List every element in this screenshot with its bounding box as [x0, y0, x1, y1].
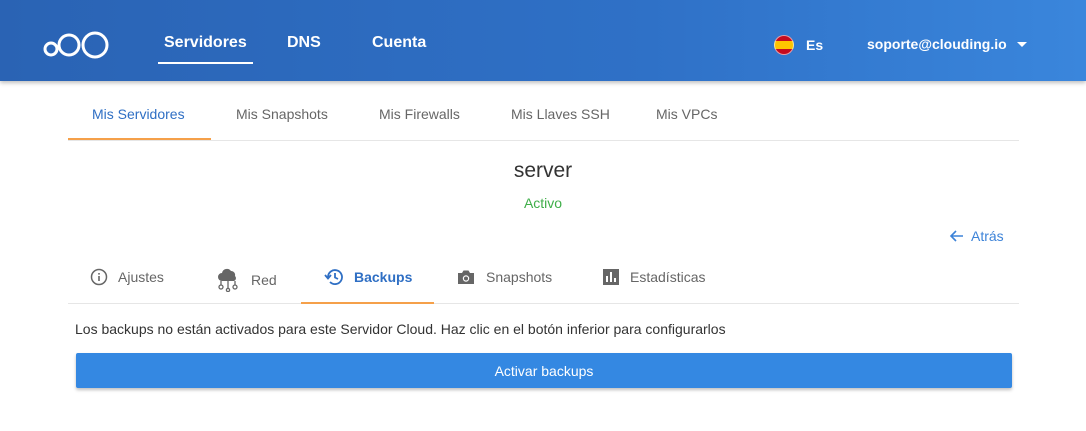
- nav-cuenta[interactable]: Cuenta: [372, 34, 426, 52]
- tab-mis-servidores[interactable]: Mis Servidores: [92, 106, 185, 122]
- user-email: soporte@clouding.io: [867, 36, 1007, 52]
- tab-mis-firewalls[interactable]: Mis Firewalls: [379, 106, 460, 122]
- bar-chart-icon: [602, 268, 620, 286]
- camera-icon: [456, 268, 476, 286]
- clouding-logo[interactable]: [42, 28, 112, 60]
- tab-mis-llaves-ssh[interactable]: Mis Llaves SSH: [511, 106, 610, 122]
- active-tab-indicator: [68, 138, 211, 140]
- server-status: Activo: [523, 195, 563, 211]
- info-icon: [90, 268, 108, 286]
- top-navbar: Servidores DNS Cuenta Es soporte@cloudin…: [0, 0, 1086, 81]
- active-tab-indicator: [301, 302, 434, 304]
- back-label: Atrás: [971, 228, 1004, 244]
- tab-ajustes[interactable]: Ajustes: [90, 268, 164, 286]
- chevron-down-icon: [1016, 41, 1027, 47]
- cloud-network-icon: [215, 268, 241, 292]
- activate-backups-button[interactable]: Activar backups: [76, 353, 1012, 388]
- language-label: Es: [806, 37, 824, 53]
- language-selector[interactable]: Es: [774, 35, 823, 55]
- server-detail-tabs: Ajustes Red Backups Snapshots Estadístic…: [68, 258, 1019, 304]
- tab-mis-snapshots[interactable]: Mis Snapshots: [236, 106, 328, 122]
- tab-snapshots-label: Snapshots: [486, 269, 553, 285]
- back-link[interactable]: Atrás: [949, 228, 1004, 244]
- spain-flag-icon: [774, 35, 794, 55]
- arrow-left-icon: [949, 230, 963, 242]
- tab-backups[interactable]: Backups: [324, 268, 412, 286]
- tab-snapshots[interactable]: Snapshots: [456, 268, 552, 286]
- tab-mis-vpcs[interactable]: Mis VPCs: [656, 106, 717, 122]
- server-name: server: [513, 159, 573, 182]
- servers-subtabs: Mis Servidores Mis Snapshots Mis Firewal…: [68, 95, 1019, 141]
- tab-red[interactable]: Red: [215, 268, 277, 292]
- user-menu[interactable]: soporte@clouding.io: [867, 36, 1027, 52]
- backups-disabled-message: Los backups no están activados para este…: [75, 321, 726, 337]
- tab-estadisticas[interactable]: Estadísticas: [602, 268, 705, 286]
- tab-red-label: Red: [251, 272, 277, 288]
- tab-ajustes-label: Ajustes: [118, 269, 164, 285]
- history-icon: [324, 268, 344, 286]
- tab-estadisticas-label: Estadísticas: [630, 269, 706, 285]
- tab-backups-label: Backups: [354, 269, 413, 285]
- nav-servidores[interactable]: Servidores: [158, 34, 253, 64]
- nav-dns[interactable]: DNS: [287, 34, 321, 52]
